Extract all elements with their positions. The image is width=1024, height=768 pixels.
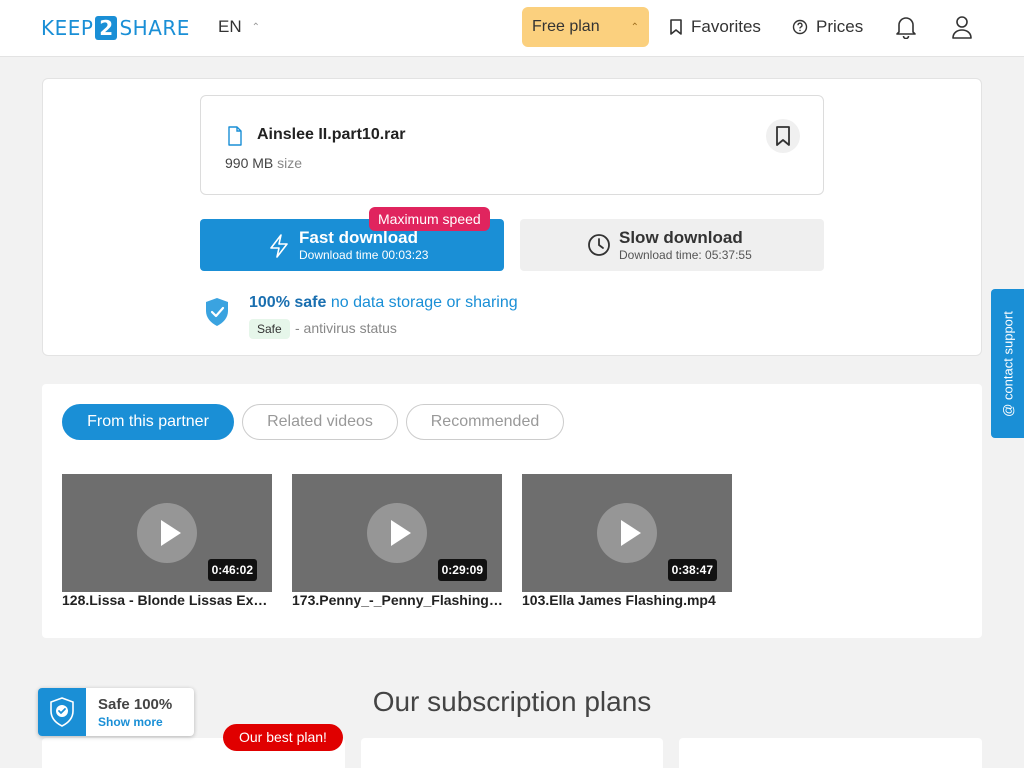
- question-circle-icon: [792, 19, 808, 35]
- video-title[interactable]: 128.Lissa - Blonde Lissas Exhibitionism.…: [62, 592, 274, 608]
- bell-icon: [896, 17, 916, 39]
- tab-related-videos[interactable]: Related videos: [242, 404, 398, 440]
- plan-card[interactable]: [361, 738, 663, 768]
- safe-100-widget[interactable]: Safe 100% Show more: [38, 688, 194, 736]
- show-more-link[interactable]: Show more: [98, 715, 163, 729]
- video-thumbnail[interactable]: 0:38:47: [522, 474, 732, 592]
- video-duration: 0:46:02: [207, 559, 257, 581]
- play-icon: [137, 503, 197, 563]
- user-icon: [952, 16, 972, 39]
- play-icon: [597, 503, 657, 563]
- file-info-card: [200, 95, 824, 195]
- tab-from-this-partner[interactable]: From this partner: [62, 404, 234, 440]
- plan-dropdown-button[interactable]: Free plan ⌃: [522, 7, 649, 47]
- video-title[interactable]: 103.Ella James Flashing.mp4: [522, 592, 734, 608]
- video-thumbnail[interactable]: 0:46:02: [62, 474, 272, 592]
- top-header: KEEP 2 SHARE EN ⌃ Free plan ⌃ Favorites …: [0, 0, 1024, 57]
- bookmark-icon: [776, 126, 790, 146]
- tab-recommended[interactable]: Recommended: [406, 404, 564, 440]
- antivirus-safe-badge: Safe: [249, 319, 290, 339]
- best-plan-badge: Our best plan!: [223, 724, 343, 751]
- video-duration: 0:29:09: [437, 559, 487, 581]
- favorites-link[interactable]: Favorites: [669, 17, 761, 37]
- video-title[interactable]: 173.Penny_-_Penny_Flashing.mp4: [292, 592, 504, 608]
- file-icon: [228, 126, 242, 146]
- language-selector[interactable]: EN ⌃: [218, 17, 260, 37]
- contact-support-tab[interactable]: @ contact support: [991, 289, 1024, 438]
- maximum-speed-badge: Maximum speed: [369, 207, 490, 231]
- plan-card[interactable]: [679, 738, 982, 768]
- play-icon: [367, 503, 427, 563]
- shield-check-icon: [38, 688, 86, 736]
- clock-icon: [588, 234, 610, 256]
- file-name: Ainslee II.part10.rar: [257, 126, 406, 143]
- lightning-icon: [270, 234, 288, 258]
- prices-link[interactable]: Prices: [792, 17, 863, 37]
- chevron-up-icon: ⌃: [251, 21, 261, 33]
- video-duration: 0:38:47: [667, 559, 717, 581]
- bookmark-icon: [670, 19, 682, 35]
- notifications-button[interactable]: [893, 14, 919, 40]
- shield-check-icon: [206, 298, 228, 326]
- file-size: 990 MB size: [225, 155, 303, 171]
- chevron-up-icon: ⌃: [630, 21, 639, 33]
- antivirus-status-text: - antivirus status: [295, 320, 397, 336]
- keep2share-logo[interactable]: KEEP 2 SHARE: [41, 16, 190, 40]
- add-to-favorites-button[interactable]: [766, 119, 800, 153]
- safety-statement: 100% safe no data storage or sharing: [249, 294, 518, 311]
- slow-download-button[interactable]: Slow download Download time: 05:37:55: [520, 219, 824, 271]
- video-thumbnail[interactable]: 0:29:09: [292, 474, 502, 592]
- account-button[interactable]: [949, 14, 975, 40]
